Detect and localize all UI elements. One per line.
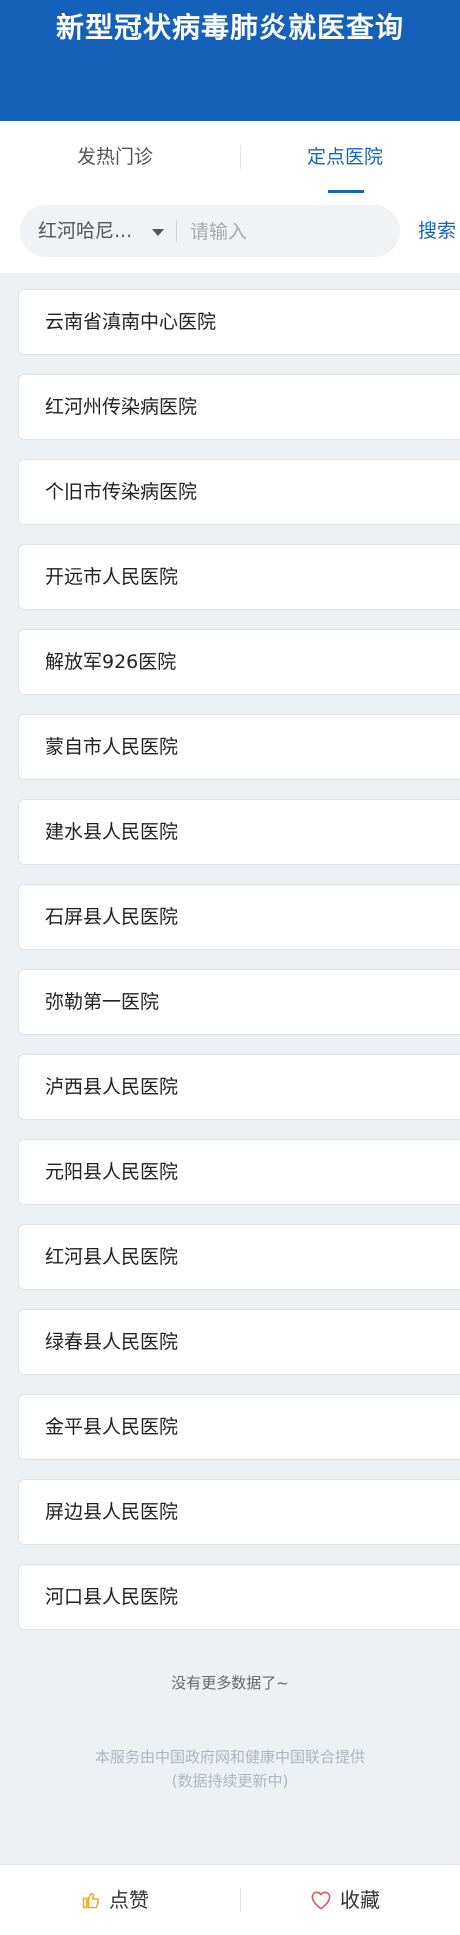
hospital-name: 红河州传染病医院 [45, 396, 198, 418]
bottom-bar: 点赞 收藏 [0, 1864, 460, 1935]
hospital-card[interactable]: 红河县人民医院 [18, 1224, 460, 1290]
like-button[interactable]: 点赞 [0, 1865, 230, 1935]
hospital-card[interactable]: 元阳县人民医院 [18, 1139, 460, 1205]
hospital-name: 建水县人民医院 [45, 821, 179, 843]
tab-label: 定点医院 [306, 146, 383, 168]
hospital-card[interactable]: 红河州传染病医院 [18, 374, 460, 440]
hospital-name: 元阳县人民医院 [45, 1161, 179, 1183]
page-title: 新型冠状病毒肺炎就医查询 [55, 11, 404, 44]
hospital-name: 弥勒第一医院 [45, 991, 160, 1013]
hospital-name: 蒙自市人民医院 [45, 736, 179, 758]
hospital-card[interactable]: 蒙自市人民医院 [18, 714, 460, 780]
hospital-card[interactable]: 建水县人民医院 [18, 799, 460, 865]
page-header: 新型冠状病毒肺炎就医查询 [0, 0, 460, 121]
thumbs-up-icon [82, 1892, 100, 1909]
list-end-text: 没有更多数据了~ [171, 1674, 289, 1692]
search-input[interactable] [188, 213, 392, 251]
footer-note-line2: (数据持续更新中) [171, 1772, 289, 1790]
hospital-card[interactable]: 解放军926医院 [18, 629, 460, 695]
hospital-name: 解放军926医院 [45, 651, 177, 673]
hospital-name: 开远市人民医院 [45, 566, 179, 588]
search-bar: 红河哈尼... 搜索 [0, 193, 460, 273]
search-button[interactable]: 搜索 [418, 205, 456, 257]
hospital-card[interactable]: 开远市人民医院 [18, 544, 460, 610]
tab-designated-hospital[interactable]: 定点医院 [230, 121, 460, 193]
hospital-name: 泸西县人民医院 [45, 1076, 179, 1098]
tab-fever-clinic[interactable]: 发热门诊 [0, 121, 230, 193]
hospital-name: 石屏县人民医院 [45, 906, 179, 928]
caret-down-icon[interactable] [152, 229, 164, 236]
hospital-card[interactable]: 弥勒第一医院 [18, 969, 460, 1035]
tab-bar: 发热门诊 定点医院 [0, 121, 460, 193]
tab-label: 发热门诊 [76, 146, 153, 168]
search-divider [176, 220, 177, 242]
like-label: 点赞 [109, 1888, 149, 1912]
hospital-card[interactable]: 云南省滇南中心医院 [18, 289, 460, 355]
hospital-name: 红河县人民医院 [45, 1246, 179, 1268]
hospital-name: 个旧市传染病医院 [45, 481, 198, 503]
hospital-name: 金平县人民医院 [45, 1416, 179, 1438]
hospital-card[interactable]: 绿春县人民医院 [18, 1309, 460, 1375]
heart-icon [311, 1891, 331, 1910]
region-select[interactable]: 红河哈尼... [38, 205, 132, 257]
hospital-card[interactable]: 屏边县人民医院 [18, 1479, 460, 1545]
hospital-name: 河口县人民医院 [45, 1586, 179, 1608]
hospital-card[interactable]: 泸西县人民医院 [18, 1054, 460, 1120]
hospital-name: 云南省滇南中心医院 [45, 311, 217, 333]
hospital-name: 屏边县人民医院 [45, 1501, 179, 1523]
favorite-button[interactable]: 收藏 [230, 1865, 460, 1935]
hospital-card[interactable]: 个旧市传染病医院 [18, 459, 460, 525]
footer-note-line1: 本服务由中国政府网和健康中国联合提供 [94, 1748, 365, 1766]
favorite-label: 收藏 [340, 1888, 380, 1912]
hospital-name: 绿春县人民医院 [45, 1331, 179, 1353]
hospital-card[interactable]: 石屏县人民医院 [18, 884, 460, 950]
hospital-card[interactable]: 金平县人民医院 [18, 1394, 460, 1460]
search-box: 红河哈尼... [20, 205, 400, 257]
hospital-card[interactable]: 河口县人民医院 [18, 1564, 460, 1630]
